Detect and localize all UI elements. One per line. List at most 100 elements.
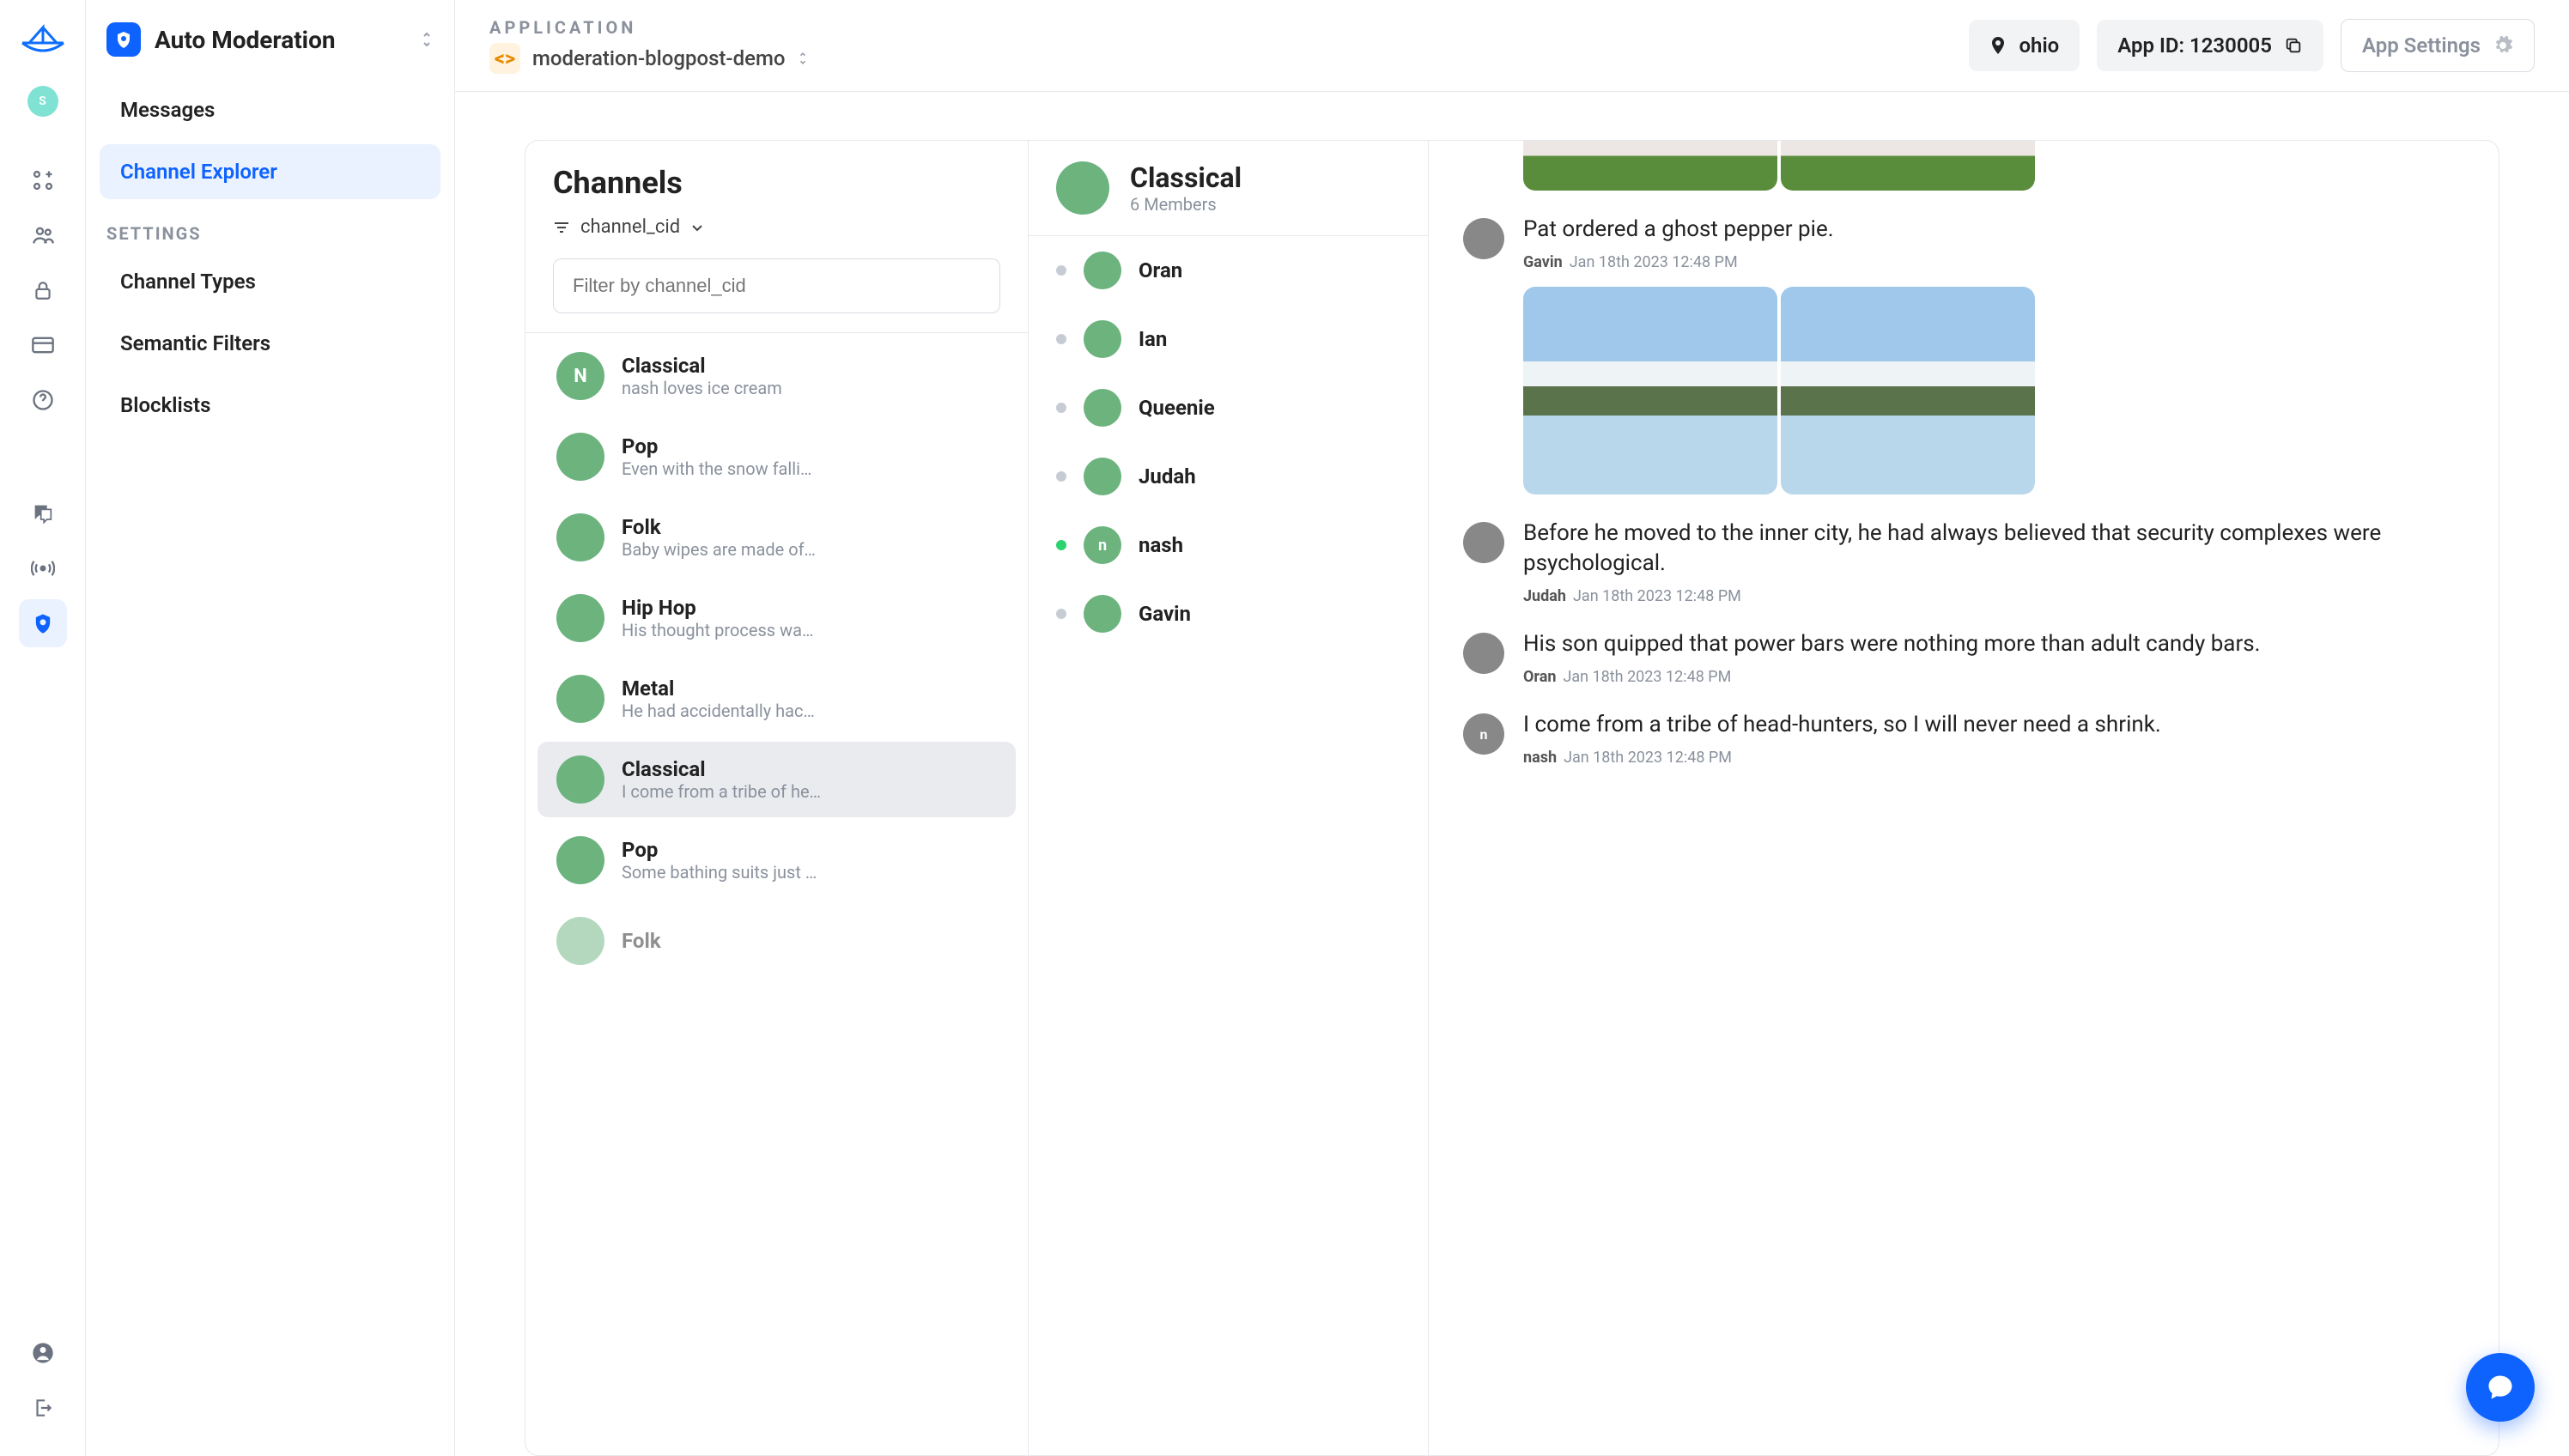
member-name: Oran bbox=[1139, 258, 1182, 282]
message-avatar bbox=[1463, 218, 1504, 259]
icon-rail: S bbox=[0, 0, 86, 1456]
channel-list[interactable]: N Classicalnash loves ice cream PopEven … bbox=[525, 332, 1028, 1455]
member-item[interactable]: nnash bbox=[1029, 511, 1428, 579]
presence-dot bbox=[1056, 334, 1066, 344]
filter-input[interactable] bbox=[553, 258, 1000, 313]
main: APPLICATION <> moderation-blogpost-demo … bbox=[455, 0, 2569, 1456]
nav-channel-explorer[interactable]: Channel Explorer bbox=[100, 144, 440, 199]
sidebar: Auto Moderation Messages Channel Explore… bbox=[86, 0, 455, 1456]
chat-fab[interactable] bbox=[2466, 1353, 2535, 1422]
rail-help-icon[interactable] bbox=[19, 376, 67, 424]
member-item[interactable]: Oran bbox=[1029, 236, 1428, 305]
gear-icon bbox=[2493, 35, 2513, 56]
channel-name: Folk bbox=[622, 515, 997, 539]
channel-item[interactable]: PopSome bathing suits just … bbox=[537, 822, 1016, 898]
topbar-app-name: moderation-blogpost-demo bbox=[532, 46, 785, 70]
message-row: Pat ordered a ghost pepper pie. GavinJan… bbox=[1463, 215, 2464, 271]
region-pill[interactable]: ohio bbox=[1969, 20, 2080, 71]
members-column: Classical 6 Members Oran Ian Queenie Jud… bbox=[1029, 141, 1429, 1455]
message-attachment bbox=[1523, 141, 2464, 191]
message-avatar bbox=[1463, 633, 1504, 674]
app-id-label: App ID: 1230005 bbox=[2117, 33, 2272, 58]
messages-column[interactable]: Pat ordered a ghost pepper pie. GavinJan… bbox=[1429, 141, 2499, 1455]
message-timestamp: Jan 18th 2023 12:48 PM bbox=[1563, 668, 1731, 686]
member-name: nash bbox=[1139, 533, 1183, 557]
message-row: Before he moved to the inner city, he ha… bbox=[1463, 519, 2464, 605]
message-row: His son quipped that power bars were not… bbox=[1463, 629, 2464, 686]
app-switch-icon[interactable] bbox=[797, 50, 809, 67]
channel-name: Hip Hop bbox=[622, 596, 997, 620]
selector-chevron-icon bbox=[420, 29, 434, 50]
member-avatar bbox=[1084, 252, 1121, 289]
rail-billing-icon[interactable] bbox=[19, 321, 67, 369]
message-text: Before he moved to the inner city, he ha… bbox=[1523, 519, 2464, 579]
channel-item[interactable]: N Classicalnash loves ice cream bbox=[537, 338, 1016, 414]
channel-header-name: Classical bbox=[1130, 161, 1242, 194]
channel-header-avatar bbox=[1056, 161, 1109, 215]
channel-item[interactable]: ClassicalI come from a tribe of he… bbox=[537, 742, 1016, 817]
channel-preview: I come from a tribe of he… bbox=[622, 781, 997, 802]
presence-dot bbox=[1056, 540, 1066, 550]
nav-blocklists[interactable]: Blocklists bbox=[100, 378, 440, 433]
member-avatar bbox=[1084, 595, 1121, 633]
copy-icon bbox=[2284, 36, 2303, 55]
channel-avatar bbox=[556, 917, 604, 965]
presence-dot bbox=[1056, 265, 1066, 276]
rail-lock-icon[interactable] bbox=[19, 266, 67, 314]
rail-moderation-icon[interactable] bbox=[19, 599, 67, 647]
channel-name: Classical bbox=[622, 354, 997, 378]
message-timestamp: Jan 18th 2023 12:48 PM bbox=[1573, 587, 1741, 605]
app-selector[interactable]: Auto Moderation bbox=[86, 0, 454, 79]
rail-account-icon[interactable] bbox=[19, 1329, 67, 1377]
message-author: Oran bbox=[1523, 668, 1556, 686]
channel-header-subtitle: 6 Members bbox=[1130, 194, 1242, 215]
member-avatar bbox=[1084, 320, 1121, 358]
app-settings-button[interactable]: App Settings bbox=[2341, 19, 2535, 72]
channel-name: Metal bbox=[622, 676, 997, 701]
member-item[interactable]: Queenie bbox=[1029, 373, 1428, 442]
explorer-panel: Channels channel_cid N Classicalnash lov… bbox=[525, 140, 2499, 1456]
presence-dot bbox=[1056, 609, 1066, 619]
channel-item[interactable]: FolkBaby wipes are made of… bbox=[537, 500, 1016, 575]
channel-avatar bbox=[556, 755, 604, 804]
rail-apps-icon[interactable] bbox=[19, 156, 67, 204]
message-attachment bbox=[1523, 287, 2464, 494]
member-avatar bbox=[1084, 389, 1121, 427]
message-text: His son quipped that power bars were not… bbox=[1523, 629, 2464, 659]
channel-avatar bbox=[556, 433, 604, 481]
topbar: APPLICATION <> moderation-blogpost-demo … bbox=[455, 0, 2569, 92]
rail-logout-icon[interactable] bbox=[19, 1384, 67, 1432]
app-id-pill[interactable]: App ID: 1230005 bbox=[2097, 20, 2323, 71]
app-selector-title: Auto Moderation bbox=[155, 26, 406, 54]
member-item[interactable]: Gavin bbox=[1029, 579, 1428, 648]
channel-preview: He had accidentally hac… bbox=[622, 701, 997, 721]
channel-item[interactable]: PopEven with the snow falli… bbox=[537, 419, 1016, 494]
filter-icon bbox=[553, 221, 570, 234]
channel-item[interactable]: Folk bbox=[537, 903, 1016, 979]
member-avatar bbox=[1084, 458, 1121, 495]
moderation-icon bbox=[106, 22, 141, 57]
rail-chat-icon[interactable] bbox=[19, 489, 67, 537]
channel-avatar bbox=[556, 513, 604, 561]
rail-users-icon[interactable] bbox=[19, 211, 67, 259]
channel-item[interactable]: Hip HopHis thought process wa… bbox=[537, 580, 1016, 656]
channel-header: Classical 6 Members bbox=[1029, 141, 1428, 236]
nav-messages[interactable]: Messages bbox=[100, 82, 440, 137]
message-author: Gavin bbox=[1523, 253, 1563, 271]
channel-preview: His thought process wa… bbox=[622, 620, 997, 640]
member-item[interactable]: Ian bbox=[1029, 305, 1428, 373]
logo-icon[interactable] bbox=[19, 21, 67, 58]
channel-preview: nash loves ice cream bbox=[622, 378, 997, 398]
code-icon: <> bbox=[489, 43, 520, 74]
workspace-avatar[interactable]: S bbox=[27, 86, 58, 117]
channel-name: Classical bbox=[622, 757, 997, 781]
nav-channel-types[interactable]: Channel Types bbox=[100, 254, 440, 309]
presence-dot bbox=[1056, 471, 1066, 482]
filter-dropdown[interactable]: channel_cid bbox=[525, 211, 1028, 250]
presence-dot bbox=[1056, 403, 1066, 413]
location-icon bbox=[1989, 35, 2007, 56]
rail-broadcast-icon[interactable] bbox=[19, 544, 67, 592]
nav-semantic-filters[interactable]: Semantic Filters bbox=[100, 316, 440, 371]
channel-item[interactable]: MetalHe had accidentally hac… bbox=[537, 661, 1016, 737]
member-item[interactable]: Judah bbox=[1029, 442, 1428, 511]
